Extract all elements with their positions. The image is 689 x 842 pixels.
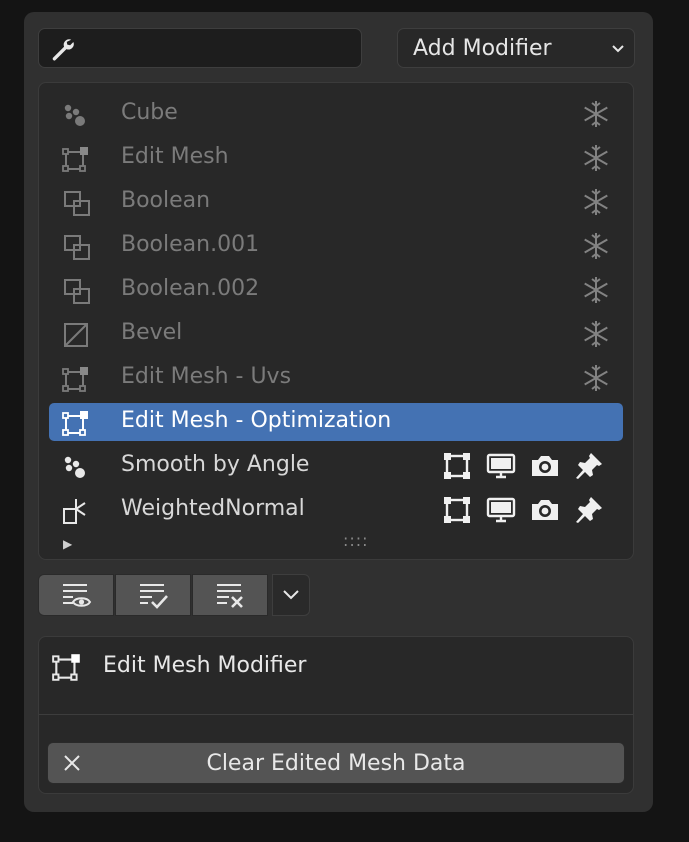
clear-button-label: Clear Edited Mesh Data: [206, 751, 466, 776]
camera-icon[interactable]: [529, 450, 561, 482]
boolean-icon: [64, 235, 90, 260]
modifier-detail-panel: Edit Mesh Modifier Clear Edited Mesh Dat…: [38, 636, 634, 794]
modifier-row-bevel[interactable]: Bevel: [49, 315, 623, 353]
modifier-row-boolean[interactable]: Boolean: [49, 183, 623, 221]
modifier-row-boolean-001[interactable]: Boolean.001: [49, 227, 623, 265]
show-modifiers-icon: [63, 584, 92, 607]
chevron-down-icon: [612, 45, 624, 53]
boolean-icon: [64, 279, 90, 304]
monitor-icon[interactable]: [485, 450, 517, 482]
modifier-name: Boolean: [121, 188, 211, 213]
modifier-row-weighted-normal[interactable]: WeightedNormal: [49, 491, 623, 529]
edit-mesh-icon: [52, 654, 80, 681]
modifier-name: Smooth by Angle: [121, 452, 310, 477]
chevron-down-icon: [283, 590, 299, 600]
modifier-name: Edit Mesh: [121, 144, 229, 169]
edit-mesh-icon: [62, 147, 88, 172]
modifier-row-cube[interactable]: Cube: [49, 95, 623, 133]
snowflake-icon: [584, 277, 608, 303]
modifier-panel: Add Modifier Cube Edit Mesh Boolean Bool…: [24, 12, 653, 812]
modifier-toggles: [441, 494, 611, 526]
snowflake-icon: [584, 101, 608, 127]
monitor-icon[interactable]: [485, 494, 517, 526]
snowflake-icon: [584, 321, 608, 347]
modifier-name: Edit Mesh - Uvs: [121, 364, 292, 389]
snowflake-icon: [584, 365, 608, 391]
snowflake-icon: [584, 189, 608, 215]
modifier-name: Boolean.001: [121, 232, 260, 257]
modifier-name: Bevel: [121, 320, 183, 345]
show-modifiers-button[interactable]: [38, 574, 114, 616]
resize-grip-icon[interactable]: ::::: [343, 531, 369, 550]
remove-modifiers-icon: [217, 584, 243, 608]
modifier-toggles: [441, 450, 611, 482]
modifier-name: WeightedNormal: [121, 496, 305, 521]
toolbar-dropdown-button[interactable]: [272, 574, 310, 616]
camera-icon[interactable]: [529, 494, 561, 526]
clear-edited-mesh-data-button[interactable]: Clear Edited Mesh Data: [47, 742, 625, 784]
modifier-list[interactable]: Cube Edit Mesh Boolean Boolean.001 Boole…: [38, 82, 634, 560]
snowflake-icon: [584, 145, 608, 171]
add-modifier-dropdown[interactable]: Add Modifier: [397, 28, 635, 68]
pin-icon[interactable]: [573, 494, 605, 526]
boolean-icon: [64, 191, 90, 216]
modifier-row-boolean-002[interactable]: Boolean.002: [49, 271, 623, 309]
modifier-name: Boolean.002: [121, 276, 260, 301]
search-field[interactable]: [38, 28, 362, 68]
bevel-icon: [64, 323, 88, 347]
modifier-name: Cube: [121, 100, 178, 125]
weighted-normal-icon: [63, 499, 86, 524]
modifier-row-edit-mesh-optimization[interactable]: Edit Mesh - Optimization: [49, 403, 623, 441]
add-modifier-label: Add Modifier: [413, 36, 552, 61]
pin-icon[interactable]: [573, 450, 605, 482]
divider: [39, 714, 633, 715]
geometry-nodes-icon: [64, 104, 85, 126]
remove-modifiers-button[interactable]: [192, 574, 268, 616]
expand-triangle-icon[interactable]: ▶: [63, 537, 72, 551]
modifier-row-edit-mesh[interactable]: Edit Mesh: [49, 139, 623, 177]
modifier-name: Edit Mesh - Optimization: [121, 408, 392, 433]
wrench-icon: [52, 39, 74, 61]
detail-title: Edit Mesh Modifier: [103, 653, 307, 678]
apply-modifiers-button[interactable]: [115, 574, 191, 616]
modifier-row-edit-mesh-uvs[interactable]: Edit Mesh - Uvs: [49, 359, 623, 397]
edit-mesh-icon: [62, 367, 88, 392]
list-toolbar: [38, 574, 310, 616]
edit-mesh-icon: [62, 411, 88, 436]
modifier-row-smooth-by-angle[interactable]: Smooth by Angle: [49, 447, 623, 485]
edit-mode-icon[interactable]: [441, 494, 473, 526]
edit-mode-icon[interactable]: [441, 450, 473, 482]
apply-modifiers-icon: [140, 584, 168, 609]
geometry-nodes-icon: [64, 456, 85, 478]
snowflake-icon: [584, 233, 608, 259]
